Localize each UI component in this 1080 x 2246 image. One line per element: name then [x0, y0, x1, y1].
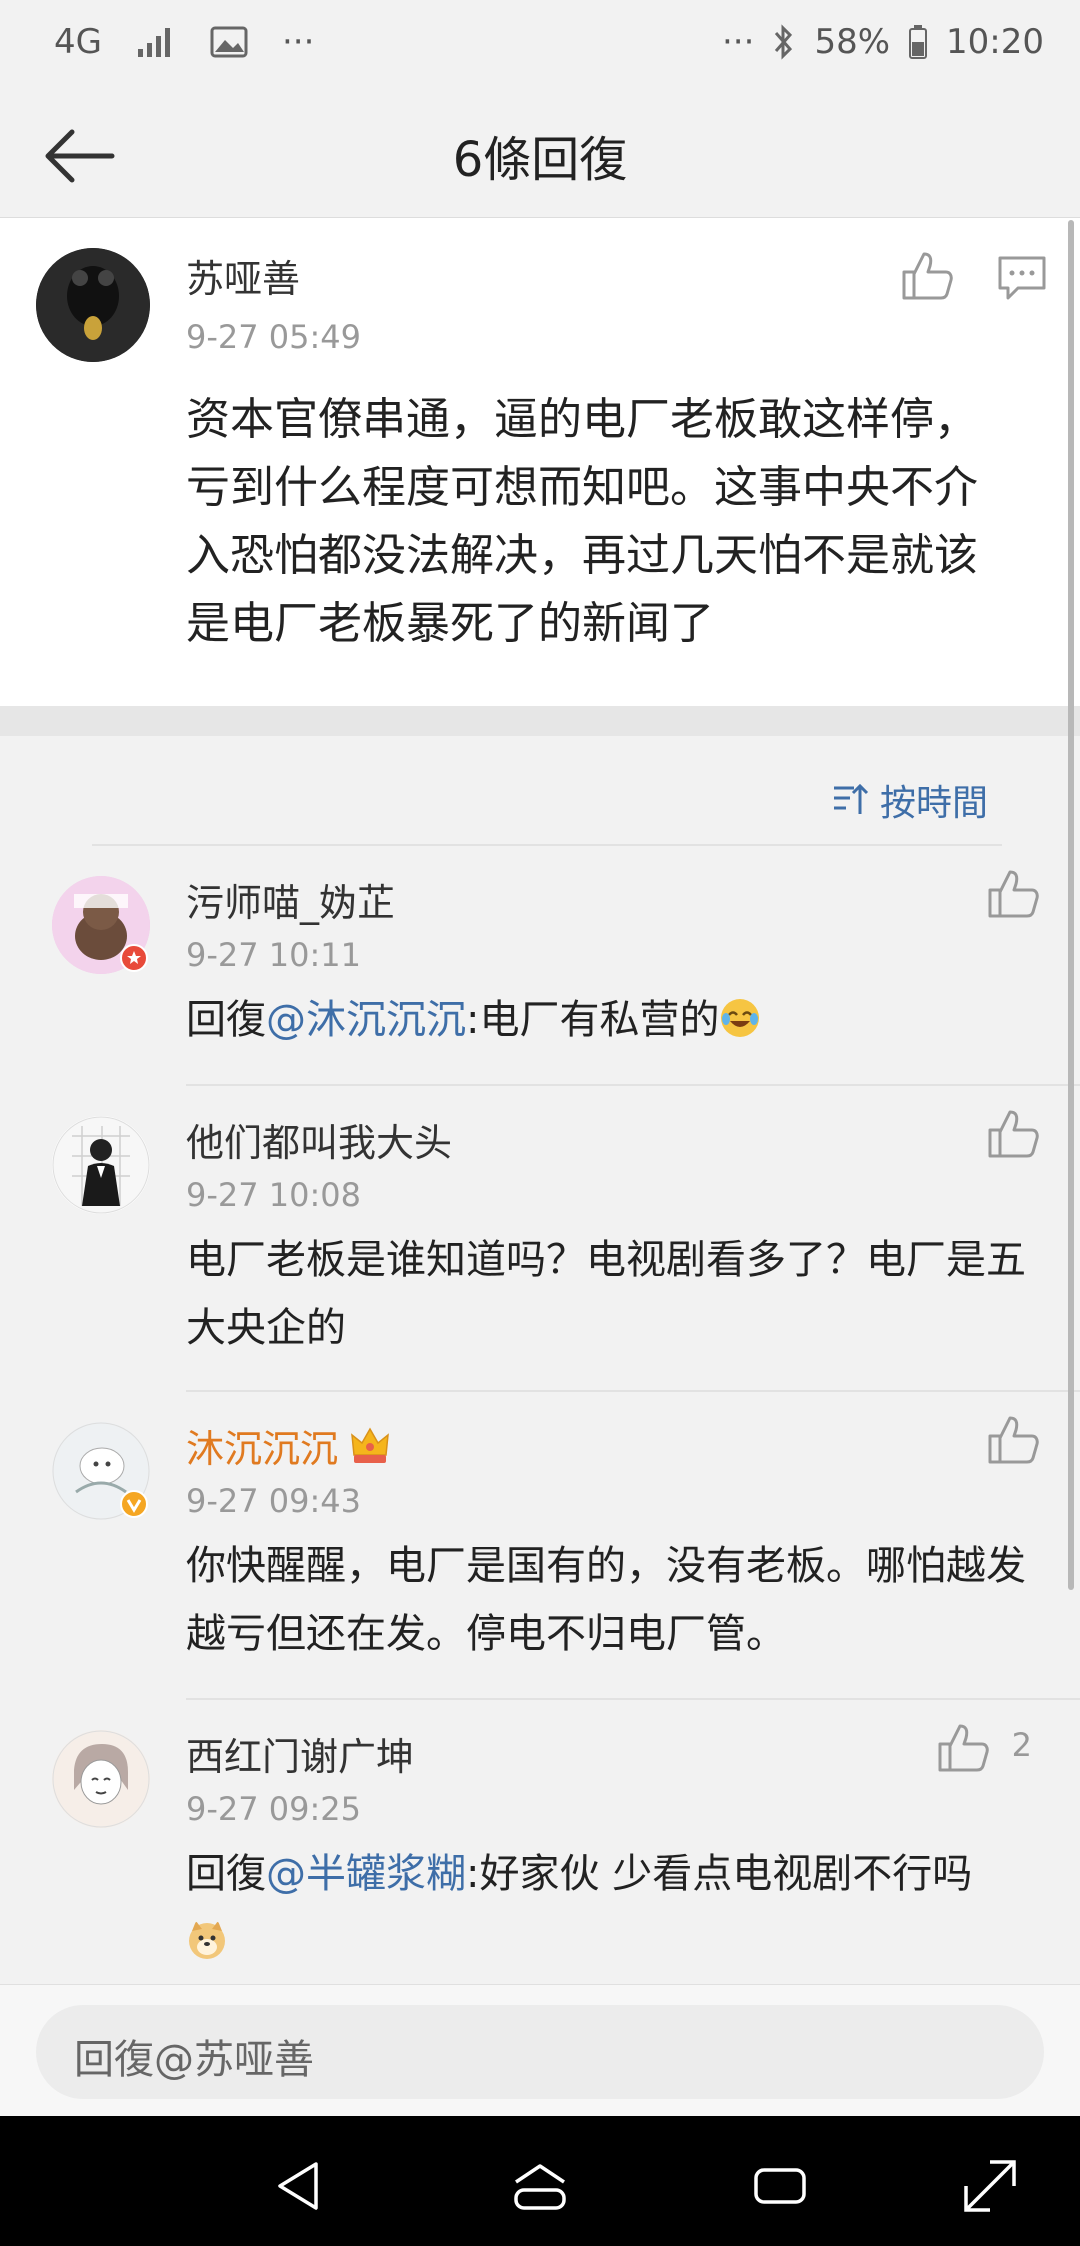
image-icon	[210, 26, 248, 58]
network-label: 4G	[54, 22, 102, 62]
sort-row: 按時間	[0, 736, 1080, 846]
clock: 10:20	[946, 22, 1044, 62]
reply-prefix: 回復	[186, 997, 266, 1043]
comment-text: 资本官僚串通，逼的电厂老板敢这样停，亏到什么程度可想而知吧。这事中央不介入恐怕都…	[186, 394, 978, 649]
reply-icon[interactable]	[992, 246, 1052, 306]
nav-recents-icon[interactable]	[750, 2156, 810, 2216]
reply-input-bar: 回復@苏哑善	[0, 1984, 1080, 2116]
vip-verified-badge-icon	[120, 1490, 148, 1518]
battery-percent: 58%	[814, 22, 891, 62]
reply-item: 沐沉沉沉 9-27 09:43 你快醒醒，电厂是国有的，没有老板。哪怕越发越亏但…	[0, 1392, 1080, 1698]
reply-author[interactable]: 沐沉沉沉	[186, 1418, 392, 1473]
nav-home-icon[interactable]	[510, 2156, 570, 2216]
bluetooth-icon	[775, 24, 793, 60]
more-status-icon: ···	[722, 22, 755, 62]
reply-time: 9-27 09:25	[186, 1790, 362, 1828]
reply-item: 西红门谢广坤 2 9-27 09:25 回復@半罐浆糊:好家伙 少看点电视剧不行…	[0, 1700, 1080, 1984]
sort-label: 按時間	[879, 783, 988, 824]
doge-emoji-icon	[189, 1921, 225, 1959]
avatar[interactable]	[52, 1116, 150, 1214]
reply-body: :电厂有私营的	[466, 997, 720, 1043]
reply-text: 回復@沐沉沉沉:电厂有私营的	[186, 986, 1036, 1054]
reply-item: 他们都叫我大头 9-27 10:08 电厂老板是谁知道吗？电视剧看多了？电厂是五…	[0, 1086, 1080, 1390]
reply-time: 9-27 10:11	[186, 936, 362, 974]
more-notifications-icon: ···	[281, 22, 315, 62]
like-icon[interactable]	[932, 1718, 992, 1778]
reply-time: 9-27 09:43	[186, 1482, 362, 1520]
author-name[interactable]: 苏哑善	[186, 248, 300, 303]
reply-text: 电厂老板是谁知道吗？电视剧看多了？电厂是五大央企的	[186, 1237, 1026, 1351]
verified-badge-icon	[120, 944, 148, 972]
sort-icon	[833, 783, 869, 814]
reply-item: 污师喵_妫芷 9-27 10:11 回復@沐沉沉沉:电厂有私营的	[0, 846, 1080, 1084]
reply-input-placeholder: 回復@苏哑善	[74, 2037, 314, 2083]
reply-time: 9-27 10:08	[186, 1176, 362, 1214]
avatar[interactable]	[36, 248, 150, 362]
reply-body: :好家伙 少看点电视剧不行吗	[466, 1851, 973, 1897]
reply-author[interactable]: 污师喵_妫芷	[186, 872, 395, 927]
vip-author-name[interactable]: 沐沉沉沉	[186, 1418, 338, 1473]
like-count: 2	[1011, 1726, 1032, 1764]
battery-icon	[909, 25, 928, 59]
main-comment: 苏哑善 9-27 05:49 资本官僚串通，逼的电厂老板敢这样停，亏到什么程度可…	[0, 218, 1080, 706]
page-title: 6條回復	[452, 132, 628, 188]
like-icon[interactable]	[982, 1104, 1042, 1164]
like-icon[interactable]	[982, 1410, 1042, 1470]
section-divider	[0, 706, 1080, 736]
reply-text: 你快醒醒，电厂是国有的，没有老板。哪怕越发越亏但还在发。停电不归电厂管。	[186, 1543, 1026, 1657]
like-icon[interactable]	[982, 864, 1042, 924]
system-navigation-bar	[0, 2116, 1080, 2246]
avatar[interactable]	[52, 1730, 150, 1828]
crown-badge-icon	[351, 1426, 389, 1463]
status-bar: 4G ··· ··· 58% 10:20	[0, 0, 1080, 92]
scrollbar[interactable]	[1068, 220, 1074, 1590]
reply-author[interactable]: 他们都叫我大头	[186, 1112, 452, 1167]
signal-icon	[137, 28, 170, 57]
comment-time: 9-27 05:49	[186, 318, 362, 356]
reply-prefix: 回復	[186, 1851, 266, 1897]
sort-by-time-button[interactable]: 按時間	[832, 774, 988, 826]
reply-author[interactable]: 西红门谢广坤	[186, 1726, 414, 1781]
reply-input[interactable]: 回復@苏哑善	[36, 2005, 1044, 2099]
mention-link[interactable]: @半罐浆糊	[266, 1851, 466, 1897]
reply-text: 回復@半罐浆糊:好家伙 少看点电视剧不行吗	[186, 1840, 1036, 1976]
nav-back-icon[interactable]	[270, 2156, 330, 2216]
top-bar: 6條回復	[0, 92, 1080, 218]
laughing-crying-emoji-icon	[721, 999, 760, 1037]
nav-expand-icon[interactable]	[960, 2156, 1020, 2216]
mention-link[interactable]: @沐沉沉沉	[266, 997, 466, 1043]
like-icon[interactable]	[896, 246, 956, 306]
